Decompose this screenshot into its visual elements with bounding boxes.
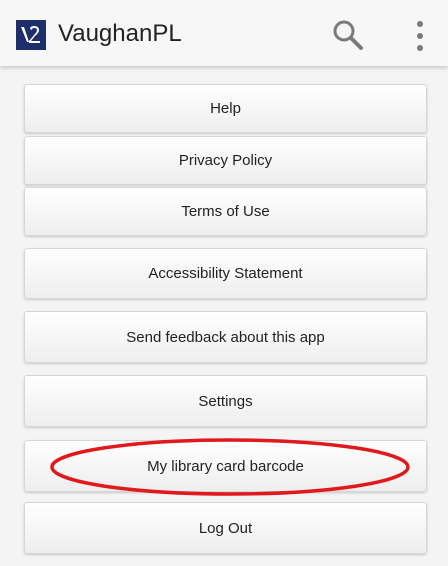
menu-item-label: Privacy Policy bbox=[178, 152, 273, 169]
app-bar: VaughanPL bbox=[0, 0, 448, 66]
menu-item-label: My library card barcode bbox=[147, 457, 304, 475]
search-button[interactable] bbox=[330, 18, 366, 52]
menu-item-label: Log Out bbox=[198, 519, 253, 537]
menu-item-library-card-barcode[interactable]: My library card barcode bbox=[24, 440, 427, 492]
app-screen: VaughanPL Help Privacy Policy Terms of U… bbox=[0, 0, 448, 566]
more-options-button[interactable] bbox=[408, 18, 432, 54]
menu-item-accessibility-statement[interactable]: Accessibility Statement bbox=[24, 248, 427, 299]
more-vertical-icon bbox=[417, 21, 423, 51]
menu-item-send-feedback[interactable]: Send feedback about this app bbox=[24, 311, 427, 363]
menu-item-label: Accessibility Statement bbox=[148, 265, 303, 282]
vaughanpl-logo-icon bbox=[16, 20, 46, 50]
menu-item-label: Terms of Use bbox=[181, 203, 270, 220]
menu-item-label: Help bbox=[210, 100, 241, 117]
menu-item-settings[interactable]: Settings bbox=[24, 375, 427, 427]
menu-item-privacy-policy[interactable]: Privacy Policy bbox=[24, 136, 427, 185]
app-title: VaughanPL bbox=[58, 20, 182, 47]
menu-item-log-out[interactable]: Log Out bbox=[24, 502, 427, 554]
menu-item-terms-of-use[interactable]: Terms of Use bbox=[24, 187, 427, 236]
menu-item-help[interactable]: Help bbox=[24, 84, 427, 133]
search-icon bbox=[333, 20, 363, 50]
menu-item-label: Settings bbox=[198, 392, 253, 410]
menu-item-label: Send feedback about this app bbox=[126, 328, 325, 346]
